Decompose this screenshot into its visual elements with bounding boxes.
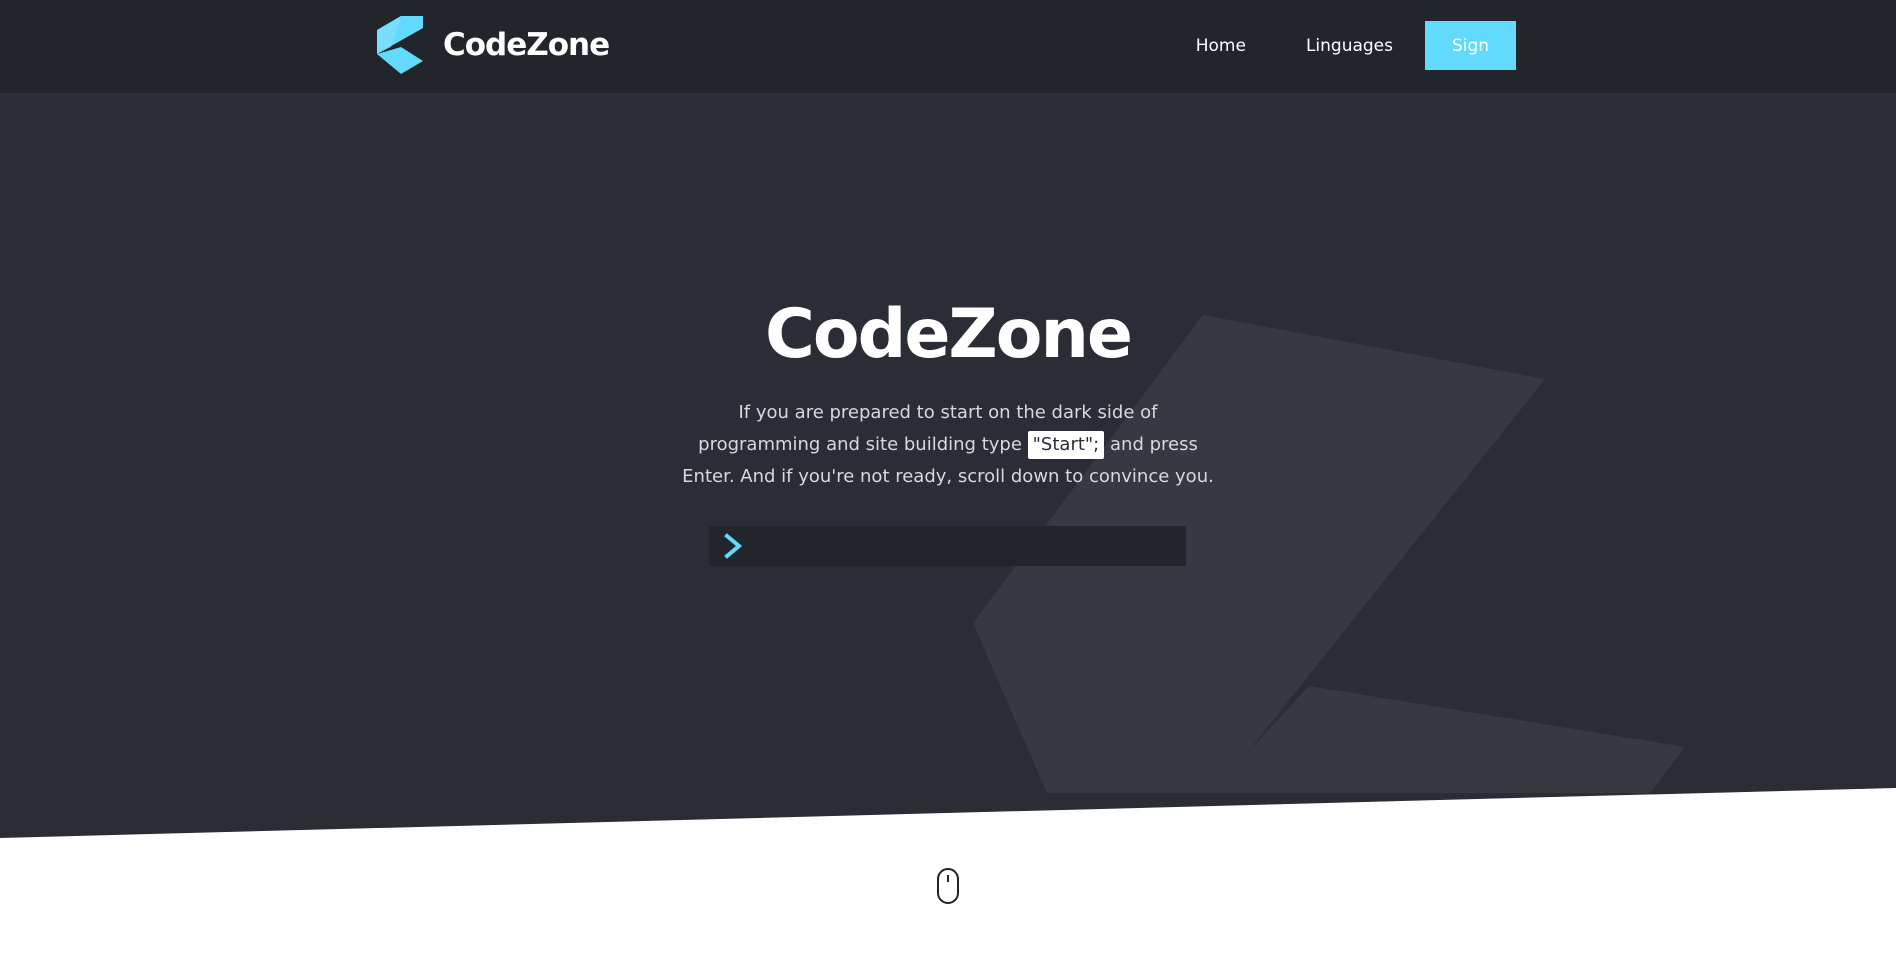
start-code-snippet: "Start"; xyxy=(1027,431,1105,459)
main-nav: Home Linguages Sign xyxy=(1136,21,1516,70)
mouse-scroll-icon[interactable] xyxy=(936,867,960,905)
nav-languages-link[interactable]: Linguages xyxy=(1306,36,1393,56)
command-input[interactable] xyxy=(745,527,1186,565)
chevron-right-icon xyxy=(724,533,743,559)
brand-logo-link[interactable]: CodeZone xyxy=(377,15,610,75)
hero-description: If you are prepared to start on the dark… xyxy=(680,397,1216,493)
page: CodeZone Home Linguages Sign CodeZone If… xyxy=(0,0,1896,963)
nav-home-link[interactable]: Home xyxy=(1196,36,1246,56)
codezone-logo-icon xyxy=(377,16,423,74)
navbar: CodeZone Home Linguages Sign xyxy=(0,0,1896,93)
hero-title: CodeZone xyxy=(765,295,1133,374)
command-console xyxy=(709,526,1186,566)
sign-button[interactable]: Sign xyxy=(1425,21,1516,70)
hero-section: CodeZone If you are prepared to start on… xyxy=(0,93,1896,843)
brand-name: CodeZone xyxy=(443,27,610,63)
